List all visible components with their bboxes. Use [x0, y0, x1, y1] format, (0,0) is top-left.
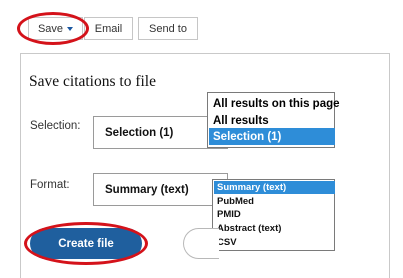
format-label: Format:: [30, 179, 70, 191]
email-button[interactable]: Email: [84, 17, 133, 40]
selection-option[interactable]: All results on this page: [209, 96, 340, 111]
selection-option[interactable]: All results: [209, 113, 335, 128]
format-option[interactable]: Abstract (text): [214, 222, 335, 235]
selection-label: Selection:: [30, 120, 81, 132]
send-to-button[interactable]: Send to: [138, 17, 198, 40]
format-option-highlighted[interactable]: Summary (text): [214, 181, 335, 194]
format-dropdown-list: Summary (text) PubMed PMID Abstract (tex…: [212, 179, 335, 251]
panel-title: Save citations to file: [29, 73, 156, 90]
format-select-value: Summary (text): [105, 183, 189, 196]
selection-select-value: Selection (1): [105, 126, 174, 139]
format-option[interactable]: PMID: [214, 208, 335, 221]
selection-dropdown-list: All results on this page All results Sel…: [207, 92, 340, 148]
send-to-button-label: Send to: [149, 22, 187, 35]
format-option[interactable]: PubMed: [214, 195, 335, 208]
annotation-circle-create: [24, 222, 148, 265]
selection-option-highlighted[interactable]: Selection (1): [209, 128, 335, 145]
email-button-label: Email: [94, 22, 123, 35]
cancel-button[interactable]: [183, 228, 219, 259]
format-option[interactable]: CSV: [214, 236, 335, 249]
annotation-circle-save: [17, 12, 89, 45]
format-select[interactable]: Summary (text): [93, 173, 228, 206]
